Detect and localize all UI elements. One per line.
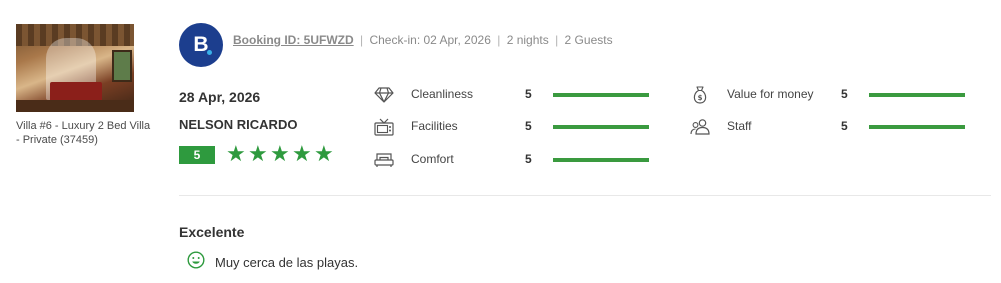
- smiley-icon: [187, 251, 205, 269]
- booking-id-link[interactable]: Booking ID: 5UFWZD: [233, 33, 354, 47]
- separator: |: [497, 33, 501, 47]
- star-rating: ★ ★ ★ ★ ★: [226, 142, 334, 166]
- guests-text: 2 Guests: [564, 33, 613, 47]
- separator: |: [555, 33, 559, 47]
- rating-facilities: Facilities 5: [374, 117, 654, 137]
- review-headline: Excelente: [179, 224, 245, 240]
- rating-bar: [553, 158, 649, 162]
- property-name: Villa #6 - Luxury 2 Bed Villa - Private …: [16, 120, 151, 146]
- diamond-icon: [374, 87, 394, 103]
- star-icon: ★: [248, 141, 268, 166]
- star-icon: ★: [314, 141, 334, 166]
- review-date: 28 Apr, 2026: [179, 89, 261, 105]
- rating-label: Staff: [727, 119, 752, 133]
- rating-bar: [869, 93, 965, 97]
- rating-label: Cleanliness: [411, 87, 474, 101]
- reviewer-name: NELSON RICARDO: [179, 117, 298, 132]
- bed-icon: [374, 153, 394, 167]
- rating-score: 5: [525, 87, 532, 101]
- rating-score: 5: [525, 152, 532, 166]
- booking-logo-icon: B: [179, 23, 223, 67]
- money-bag-icon: $: [693, 86, 707, 104]
- star-icon: ★: [226, 141, 246, 166]
- nights-text: 2 nights: [506, 33, 549, 47]
- rating-score: 5: [841, 119, 848, 133]
- rating-score: 5: [525, 119, 532, 133]
- booking-meta: Booking ID: 5UFWZD | Check-in: 02 Apr, 2…: [233, 33, 613, 47]
- svg-text:$: $: [698, 94, 703, 102]
- separator: |: [360, 33, 364, 47]
- star-icon: ★: [270, 141, 290, 166]
- checkin-text: Check-in: 02 Apr, 2026: [369, 33, 491, 47]
- rating-bar: [553, 125, 649, 129]
- rating-score: 5: [841, 87, 848, 101]
- rating-label: Comfort: [411, 152, 454, 166]
- divider: [179, 195, 991, 196]
- star-icon: ★: [292, 141, 312, 166]
- rating-value-for-money: $ Value for money 5: [690, 85, 970, 105]
- tv-icon: [374, 118, 394, 136]
- positive-comment: Muy cerca de las playas.: [215, 255, 359, 270]
- rating-comfort: Comfort 5: [374, 150, 654, 170]
- rating-label: Facilities: [411, 119, 458, 133]
- rating-cleanliness: Cleanliness 5: [374, 85, 654, 105]
- property-thumbnail: [16, 24, 134, 112]
- rating-staff: Staff 5: [690, 117, 970, 137]
- score-badge: 5: [179, 146, 215, 164]
- rating-bar: [869, 125, 965, 129]
- rating-bar: [553, 93, 649, 97]
- people-icon: [690, 119, 710, 135]
- rating-label: Value for money: [727, 87, 814, 101]
